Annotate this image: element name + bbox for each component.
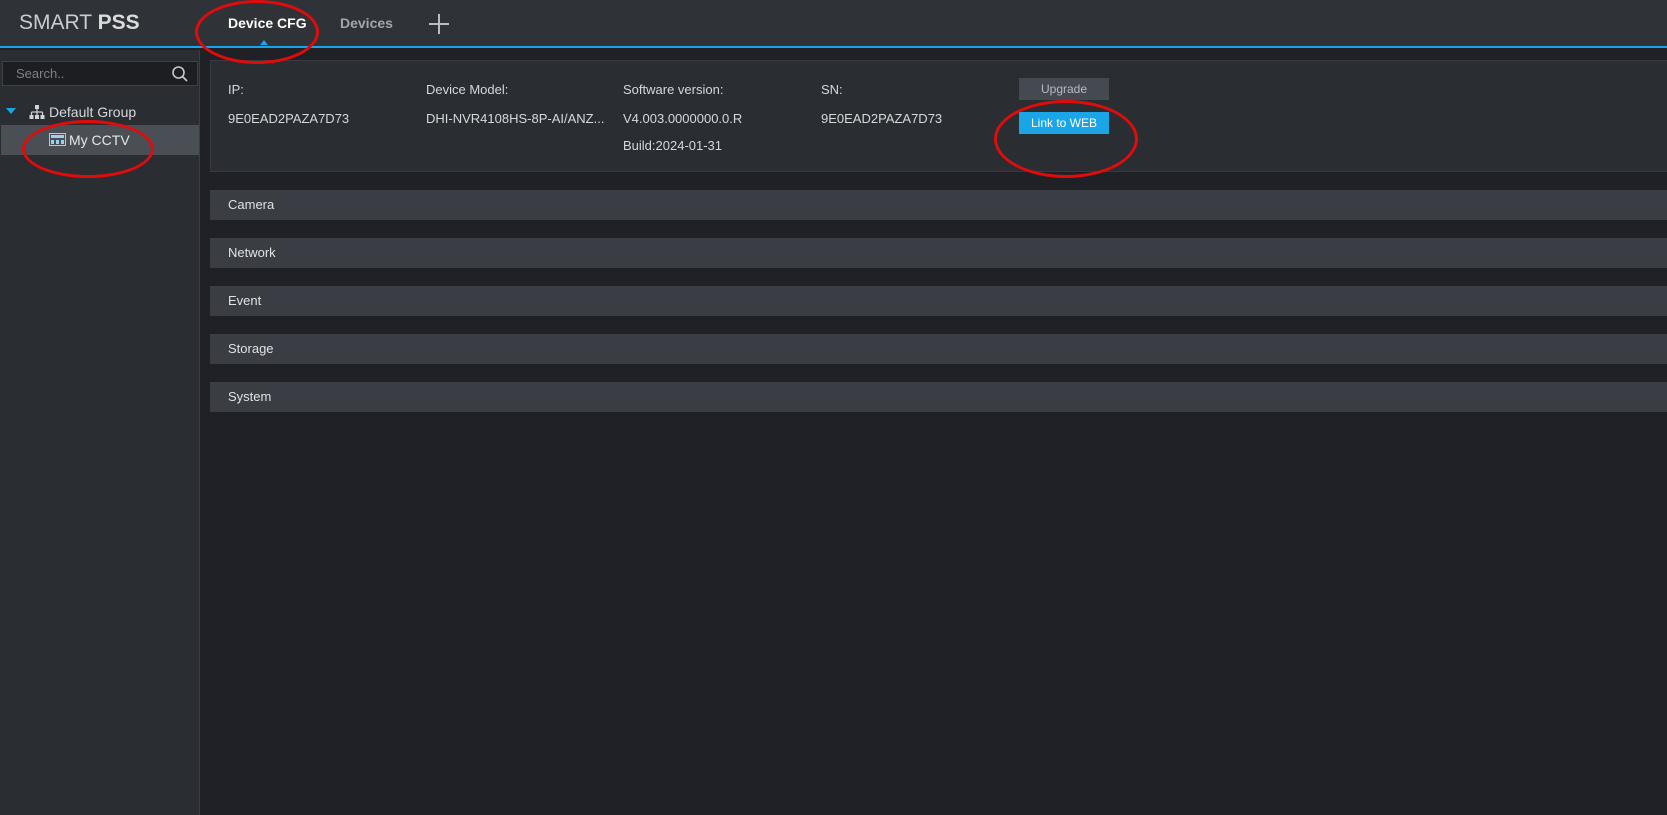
tab-devices[interactable]: Devices bbox=[340, 15, 393, 31]
logo-text-pss: PSS bbox=[97, 11, 140, 34]
section-system[interactable]: System bbox=[210, 382, 1667, 412]
tree-group-label: Default Group bbox=[49, 104, 137, 120]
link-to-web-button[interactable]: Link to WEB bbox=[1019, 112, 1109, 134]
section-network[interactable]: Network bbox=[210, 238, 1667, 268]
app-logo: SMART PSS bbox=[19, 11, 140, 35]
sn-value: 9E0EAD2PAZA7D73 bbox=[821, 111, 943, 126]
ip-value: 9E0EAD2PAZA7D73 bbox=[228, 111, 350, 126]
device-tree-icon bbox=[29, 105, 45, 119]
section-storage-label: Storage bbox=[228, 341, 274, 356]
section-event[interactable]: Event bbox=[210, 286, 1667, 316]
nvr-device-icon bbox=[49, 133, 66, 146]
add-tab-icon[interactable] bbox=[428, 13, 450, 35]
tree-device-label: My CCTV bbox=[69, 132, 130, 148]
search-box bbox=[2, 61, 198, 86]
section-storage[interactable]: Storage bbox=[210, 334, 1667, 364]
device-info-panel: IP: 9E0EAD2PAZA7D73 Device Model: DHI-NV… bbox=[210, 60, 1667, 172]
section-event-label: Event bbox=[228, 293, 262, 308]
sn-label: SN: bbox=[821, 82, 843, 97]
active-tab-indicator bbox=[260, 40, 268, 45]
expand-arrow-icon[interactable] bbox=[6, 108, 16, 114]
section-camera-label: Camera bbox=[228, 197, 275, 212]
section-system-label: System bbox=[228, 389, 272, 404]
search-input[interactable] bbox=[3, 62, 173, 85]
ip-label: IP: bbox=[228, 82, 244, 97]
device-model-value: DHI-NVR4108HS-8P-AI/ANZ... bbox=[426, 111, 605, 126]
tree-item-my-cctv[interactable]: My CCTV bbox=[1, 125, 199, 155]
device-model-label: Device Model: bbox=[426, 82, 509, 97]
upgrade-button[interactable]: Upgrade bbox=[1019, 78, 1109, 100]
tree-item-default-group[interactable]: Default Group bbox=[0, 100, 200, 126]
section-network-label: Network bbox=[228, 245, 276, 260]
logo-text-smart: SMART bbox=[19, 11, 98, 34]
build-date-value: Build:2024-01-31 bbox=[623, 138, 723, 153]
software-version-label: Software version: bbox=[623, 82, 724, 97]
tab-device-cfg[interactable]: Device CFG bbox=[228, 15, 307, 31]
software-version-value: V4.003.0000000.0.R bbox=[623, 111, 743, 126]
sidebar: Default Group My CCTV bbox=[0, 50, 200, 815]
top-bar: SMART PSS Device CFG Devices bbox=[0, 0, 1667, 48]
section-camera[interactable]: Camera bbox=[210, 190, 1667, 220]
search-icon[interactable] bbox=[171, 65, 189, 83]
